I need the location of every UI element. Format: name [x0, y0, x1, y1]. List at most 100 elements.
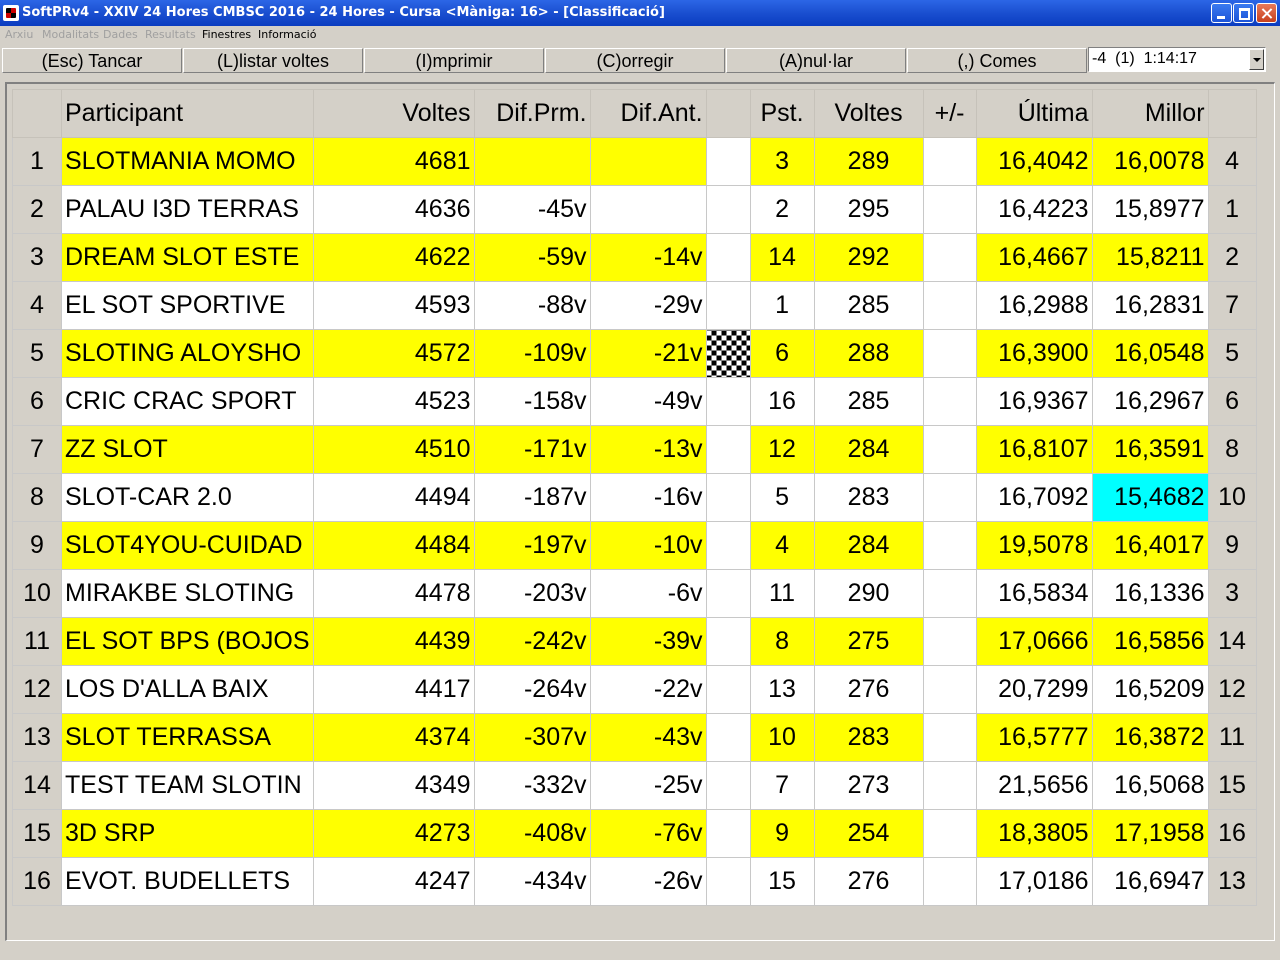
table-row[interactable]: 14 TEST TEAM SLOTIN 4349 -332v -25v 7 273 21,56… — [12, 761, 1257, 810]
correct-button[interactable]: (C)orregir — [545, 48, 725, 73]
cell-total-laps: 4349 — [312, 761, 475, 810]
menu-modalitats[interactable]: Modalitats — [42, 28, 99, 41]
cell-dif-first: -242v — [473, 617, 591, 666]
cell-position: 14 — [12, 761, 62, 810]
cell-dif-previous: -26v — [589, 857, 707, 906]
cell-last-lap: 16,5834 — [975, 569, 1093, 618]
cell-flag — [705, 809, 751, 858]
close-window-button[interactable]: (Esc) Tancar — [2, 48, 182, 73]
cell-best-lap: 16,6947 — [1091, 857, 1209, 906]
table-row[interactable]: 9 SLOT4YOU-CUIDAD 4484 -197v -10v 4 284 19,5078… — [12, 521, 1257, 570]
time-select[interactable]: -4 (1) 1:14:17 — [1088, 47, 1266, 72]
cell-lane: 11 — [749, 569, 815, 618]
cell-participant: DREAM SLOT ESTE — [61, 233, 314, 282]
header-participant: Participant — [61, 89, 314, 138]
cell-flag — [705, 617, 751, 666]
cell-participant: LOS D'ALLA BAIX — [61, 665, 314, 714]
menu-finestres[interactable]: Finestres — [202, 28, 251, 41]
cell-flag — [705, 761, 751, 810]
cell-plus-minus — [922, 281, 977, 330]
maximize-button[interactable] — [1233, 3, 1254, 23]
cell-lane: 7 — [749, 761, 815, 810]
menu-informacio[interactable]: Informació — [258, 28, 316, 41]
table-row[interactable]: 13 SLOT TERRASSA 4374 -307v -43v 10 283 16,5777… — [12, 713, 1257, 762]
cell-best-rank: 8 — [1207, 425, 1257, 474]
cell-flag — [705, 233, 751, 282]
table-row[interactable]: 12 LOS D'ALLA BAIX 4417 -264v -22v 13 276 20,72… — [12, 665, 1257, 714]
table-row[interactable]: 8 SLOT-CAR 2.0 4494 -187v -16v 5 283 16,7092 15,… — [12, 473, 1257, 522]
cell-lane: 10 — [749, 713, 815, 762]
cell-heat-laps: 285 — [813, 377, 924, 426]
cell-total-laps: 4417 — [312, 665, 475, 714]
cell-heat-laps: 288 — [813, 329, 924, 378]
cell-total-laps: 4622 — [312, 233, 475, 282]
print-button[interactable]: (I)mprimir — [364, 48, 544, 73]
cell-best-rank: 12 — [1207, 665, 1257, 714]
cell-last-lap: 16,3900 — [975, 329, 1093, 378]
close-button[interactable] — [1256, 3, 1277, 23]
header-dif-first: Dif.Prm. — [473, 89, 591, 138]
cell-participant: EL SOT SPORTIVE — [61, 281, 314, 330]
table-row[interactable]: 11 EL SOT BPS (BOJOS 4439 -242v -39v 8 275 17,0… — [12, 617, 1257, 666]
cell-position: 8 — [12, 473, 62, 522]
list-laps-button[interactable]: (L)listar voltes — [183, 48, 363, 73]
commas-button[interactable]: (,) Comes — [907, 48, 1087, 73]
cell-participant: SLOTING ALOYSHO — [61, 329, 314, 378]
cell-best-lap: 16,5856 — [1091, 617, 1209, 666]
cell-total-laps: 4636 — [312, 185, 475, 234]
table-row[interactable]: 2 PALAU I3D TERRAS 4636 -45v 2 295 16,4223 15,8… — [12, 185, 1257, 234]
cell-best-lap: 16,5209 — [1091, 665, 1209, 714]
cell-dif-first: -187v — [473, 473, 591, 522]
table-row[interactable]: 16 EVOT. BUDELLETS 4247 -434v -26v 15 276 17,01… — [12, 857, 1257, 906]
cell-total-laps: 4374 — [312, 713, 475, 762]
cell-dif-first: -264v — [473, 665, 591, 714]
table-row[interactable]: 10 MIRAKBE SLOTING 4478 -203v -6v 11 290 16,583… — [12, 569, 1257, 618]
cell-position: 16 — [12, 857, 62, 906]
table-row[interactable]: 5 SLOTING ALOYSHO 4572 -109v -21v 6 288 16,3900… — [12, 329, 1257, 378]
table-row[interactable]: 3 DREAM SLOT ESTE 4622 -59v -14v 14 292 16,4667… — [12, 233, 1257, 282]
cell-position: 10 — [12, 569, 62, 618]
cell-plus-minus — [922, 665, 977, 714]
cell-best-rank: 1 — [1207, 185, 1257, 234]
cell-lane: 9 — [749, 809, 815, 858]
cell-last-lap: 16,4667 — [975, 233, 1093, 282]
table-row[interactable]: 7 ZZ SLOT 4510 -171v -13v 12 284 16,8107 16,3591… — [12, 425, 1257, 474]
cell-best-rank: 4 — [1207, 137, 1257, 186]
cell-heat-laps: 283 — [813, 713, 924, 762]
cell-best-lap: 16,3591 — [1091, 425, 1209, 474]
cell-lane: 8 — [749, 617, 815, 666]
cell-flag — [705, 713, 751, 762]
header-lane: Pst. — [749, 89, 815, 138]
menu-dades[interactable]: Dades — [103, 28, 138, 41]
cell-heat-laps: 273 — [813, 761, 924, 810]
cell-plus-minus — [922, 809, 977, 858]
minimize-button[interactable] — [1211, 3, 1232, 23]
cell-last-lap: 16,4042 — [975, 137, 1093, 186]
table-row[interactable]: 1 SLOTMANIA MOMO 4681 3 289 16,4042 16,0078 4 — [12, 137, 1257, 186]
cancel-button[interactable]: (A)nul·lar — [726, 48, 906, 73]
menu-arxiu[interactable]: Arxiu — [5, 28, 33, 41]
table-row[interactable]: 4 EL SOT SPORTIVE 4593 -88v -29v 1 285 16,2988 1… — [12, 281, 1257, 330]
title-bar: SoftPRv4 - XXIV 24 Hores CMBSC 2016 - 24… — [0, 0, 1280, 26]
cell-last-lap: 19,5078 — [975, 521, 1093, 570]
cell-dif-previous — [589, 185, 707, 234]
table-row[interactable]: 6 CRIC CRAC SPORT 4523 -158v -49v 16 285 16,936… — [12, 377, 1257, 426]
cell-last-lap: 17,0666 — [975, 617, 1093, 666]
cell-participant: SLOT-CAR 2.0 — [61, 473, 314, 522]
cell-best-lap: 16,0548 — [1091, 329, 1209, 378]
table-row[interactable]: 15 3D SRP 4273 -408v -76v 9 254 18,3805 17,1958 1… — [12, 809, 1257, 858]
app-icon[interactable] — [3, 5, 19, 21]
cell-lane: 13 — [749, 665, 815, 714]
cell-best-rank: 14 — [1207, 617, 1257, 666]
menu-resultats[interactable]: Resultats — [145, 28, 196, 41]
cell-best-rank: 3 — [1207, 569, 1257, 618]
cell-position: 11 — [12, 617, 62, 666]
cell-position: 5 — [12, 329, 62, 378]
classification-grid[interactable]: Participant Voltes Dif.Prm. Dif.Ant. Pst… — [5, 82, 1275, 941]
cell-total-laps: 4523 — [312, 377, 475, 426]
cell-participant: ZZ SLOT — [61, 425, 314, 474]
cell-best-lap: 15,4682 — [1091, 473, 1209, 522]
chevron-down-icon[interactable] — [1249, 49, 1264, 70]
cell-dif-first: -158v — [473, 377, 591, 426]
cell-total-laps: 4494 — [312, 473, 475, 522]
